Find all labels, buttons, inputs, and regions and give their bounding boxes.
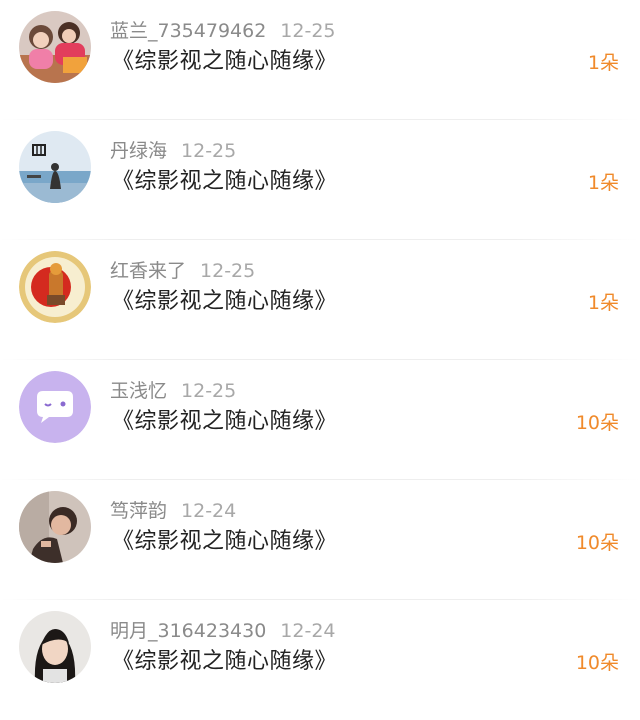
flower-count: 1朵 — [587, 52, 619, 74]
date: 12-24 — [280, 620, 336, 642]
girl-photo-avatar-icon[interactable] — [19, 611, 91, 683]
list-item[interactable]: 蓝兰_735479462 12-25 《综影视之随心随缘》 1朵 — [0, 0, 640, 120]
list-item[interactable]: 玉浅忆 12-25 《综影视之随心随缘》 10朵 — [0, 360, 640, 480]
username[interactable]: 笃萍韵 — [110, 500, 167, 522]
book-title[interactable]: 《综影视之随心随缘》 — [112, 167, 337, 197]
username-line: 笃萍韵 12-24 — [110, 498, 236, 524]
flower-count: 1朵 — [587, 292, 619, 314]
username-line: 红香来了 12-25 — [110, 258, 255, 284]
date: 12-24 — [181, 500, 237, 522]
username[interactable]: 蓝兰_735479462 — [110, 20, 266, 42]
username[interactable]: 红香来了 — [110, 260, 186, 282]
username-line: 明月_316423430 12-24 — [110, 618, 336, 644]
book-title[interactable]: 《综影视之随心随缘》 — [112, 407, 337, 437]
kids-photo-avatar-icon[interactable] — [19, 11, 91, 83]
flower-count: 1朵 — [587, 172, 619, 194]
date: 12-25 — [200, 260, 256, 282]
book-title[interactable]: 《综影视之随心随缘》 — [112, 47, 337, 77]
gift-list: 蓝兰_735479462 12-25 《综影视之随心随缘》 1朵 丹绿海 12-25… — [0, 0, 640, 686]
flower-count: 10朵 — [575, 532, 619, 554]
date: 12-25 — [181, 140, 237, 162]
book-title[interactable]: 《综影视之随心随缘》 — [112, 527, 337, 557]
date: 12-25 — [280, 20, 336, 42]
portrait-photo-avatar-icon[interactable] — [19, 491, 91, 563]
date: 12-25 — [181, 380, 237, 402]
book-title[interactable]: 《综影视之随心随缘》 — [112, 647, 337, 677]
list-item[interactable]: 丹绿海 12-25 《综影视之随心随缘》 1朵 — [0, 120, 640, 240]
username-line: 蓝兰_735479462 12-25 — [110, 18, 336, 44]
list-item[interactable]: 红香来了 12-25 《综影视之随心随缘》 1朵 — [0, 240, 640, 360]
flower-count: 10朵 — [575, 412, 619, 434]
username-line: 玉浅忆 12-25 — [110, 378, 236, 404]
list-item[interactable]: 笃萍韵 12-24 《综影视之随心随缘》 10朵 — [0, 480, 640, 600]
chat-bubble-avatar-icon[interactable] — [19, 371, 91, 443]
username[interactable]: 明月_316423430 — [110, 620, 266, 642]
username-line: 丹绿海 12-25 — [110, 138, 236, 164]
username[interactable]: 丹绿海 — [110, 140, 167, 162]
flower-count: 10朵 — [575, 652, 619, 674]
book-title[interactable]: 《综影视之随心随缘》 — [112, 287, 337, 317]
list-item[interactable]: 明月_316423430 12-24 《综影视之随心随缘》 10朵 — [0, 600, 640, 720]
emblem-avatar-icon[interactable] — [19, 251, 91, 323]
seaside-photo-avatar-icon[interactable] — [19, 131, 91, 203]
username[interactable]: 玉浅忆 — [110, 380, 167, 402]
